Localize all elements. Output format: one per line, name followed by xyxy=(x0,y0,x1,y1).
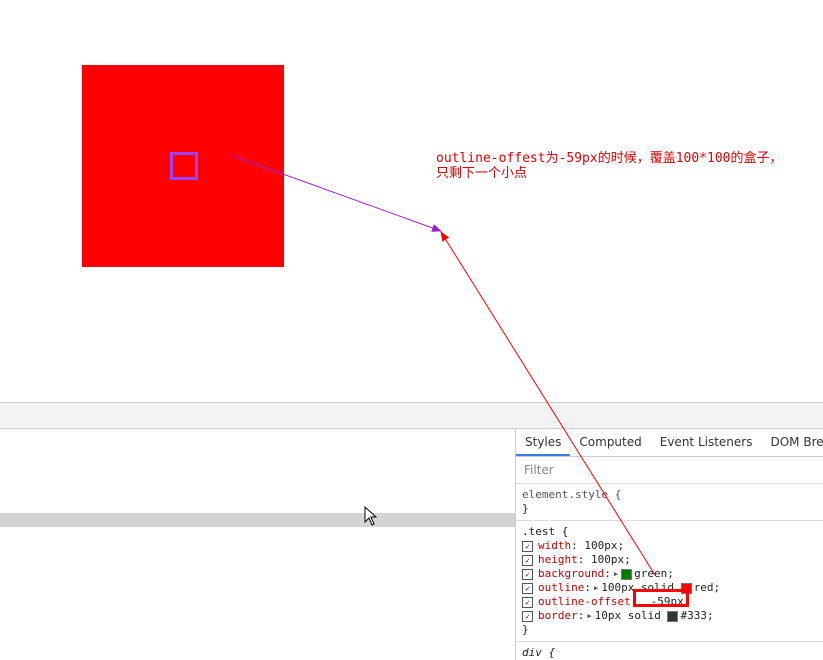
selected-dom-row[interactable] xyxy=(0,513,515,527)
tab-event-listeners[interactable]: Event Listeners xyxy=(651,429,762,456)
color-swatch[interactable] xyxy=(621,568,633,580)
prop-name[interactable]: height xyxy=(538,553,578,567)
prop-name[interactable]: outline-offset xyxy=(538,595,631,609)
outline-dot xyxy=(170,152,198,180)
prop-name[interactable]: border xyxy=(538,609,578,623)
annotation-line-2: 只剩下一个小点 xyxy=(436,166,528,181)
sidebar-tabs: Styles Computed Event Listeners DOM Brea… xyxy=(516,429,823,457)
checkbox-icon[interactable]: ✓ xyxy=(522,596,533,608)
checkbox-icon[interactable]: ✓ xyxy=(522,540,533,552)
prop-height: ✓ height: 100px; xyxy=(522,553,823,567)
expand-triangle-icon[interactable]: ▶ xyxy=(587,609,591,623)
prop-value[interactable]: 100px; xyxy=(591,553,631,567)
expand-triangle-icon[interactable]: ▶ xyxy=(614,567,618,581)
tab-computed[interactable]: Computed xyxy=(570,429,650,456)
prop-background: ✓ background: ▶ green; xyxy=(522,567,823,581)
annotation-text: outline-offest为-59px的时候，覆盖100*100的盒子， 只剩… xyxy=(436,151,823,181)
prop-width: ✓ width: 100px; xyxy=(522,539,823,553)
annotation-highlight-box xyxy=(633,589,689,607)
checkbox-icon[interactable]: ✓ xyxy=(522,554,533,566)
element-style-rule: element.style { } xyxy=(516,484,823,521)
tab-dom-breakpoints[interactable]: DOM Breakpoints xyxy=(761,429,823,456)
test-rule: .test { ✓ width: 100px; ✓ height: 100px;… xyxy=(516,521,823,642)
element-style-close: } xyxy=(522,502,529,515)
filter-input[interactable]: Filter xyxy=(516,457,823,484)
tab-styles[interactable]: Styles xyxy=(516,429,571,456)
prop-border: ✓ border: ▶ 10px solid #333; xyxy=(522,609,823,623)
prop-name[interactable]: width xyxy=(538,539,571,553)
checkbox-icon[interactable]: ✓ xyxy=(522,610,533,622)
element-style-selector: element.style { xyxy=(522,488,622,501)
div-rule-selector: div { xyxy=(522,646,556,659)
mouse-cursor-icon xyxy=(364,506,378,526)
test-rule-selector: .test { xyxy=(522,525,569,538)
prop-value-color[interactable]: #333; xyxy=(680,609,713,623)
prop-name[interactable]: outline xyxy=(538,581,584,595)
devtools-toolbar xyxy=(0,402,823,429)
checkbox-icon[interactable]: ✓ xyxy=(522,568,533,580)
annotation-line-1: outline-offest为-59px的时候，覆盖100*100的盒子， xyxy=(436,151,783,166)
color-swatch[interactable] xyxy=(667,610,679,622)
expand-triangle-icon[interactable]: ▶ xyxy=(594,581,598,595)
prop-name[interactable]: background xyxy=(538,567,604,581)
elements-tree[interactable] xyxy=(0,429,515,660)
page-preview: outline-offest为-59px的时候，覆盖100*100的盒子， 只剩… xyxy=(0,0,823,402)
styles-sidebar: Styles Computed Event Listeners DOM Brea… xyxy=(515,429,823,660)
checkbox-icon[interactable]: ✓ xyxy=(522,582,533,594)
prop-value[interactable]: 10px solid xyxy=(595,609,661,623)
prop-value[interactable]: 100px; xyxy=(584,539,624,553)
prop-value[interactable]: green; xyxy=(634,567,674,581)
prop-value-color[interactable]: red; xyxy=(694,581,721,595)
test-rule-close: } xyxy=(522,623,529,636)
div-rule: div { xyxy=(516,642,823,660)
style-rules: element.style { } .test { ✓ width: 100px… xyxy=(516,484,823,660)
